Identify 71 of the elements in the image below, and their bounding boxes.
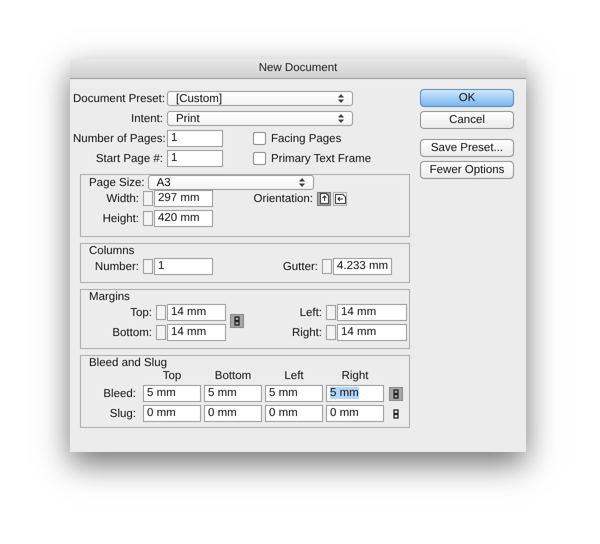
group-label: Bleed and Slug [89,356,168,370]
chain-icon [234,316,240,326]
dialog-button[interactable]: Cancel [420,111,514,129]
field-label: Left: [298,306,323,318]
stepper[interactable] [326,305,336,320]
input-field[interactable]: 420 mm [154,210,213,227]
checkbox[interactable]: Primary Text Frame [253,152,372,165]
column-header: Right [340,370,370,382]
field-label: Right: [290,326,323,338]
portrait-button[interactable] [317,192,331,206]
stepper[interactable] [326,325,336,340]
input-field[interactable]: 14 mm [167,324,226,341]
updown-icon [298,178,305,187]
input-field[interactable]: 5 mm [204,385,262,402]
field-label: Orientation: [252,192,314,204]
field-label: Start Page #: [94,152,164,164]
field-label: Document Preset: [73,92,166,104]
column-header: Top [162,370,182,382]
group-label: Columns [89,244,134,258]
input-field[interactable]: 5 mm [265,385,323,402]
page-size-dropdown[interactable]: A3 [148,175,314,190]
stepper[interactable] [322,259,332,274]
landscape-button[interactable] [333,192,347,206]
column-header: Bottom [214,370,252,382]
input-field[interactable]: 5 mm [326,385,384,402]
field-label: Width: [105,192,140,204]
input-field[interactable]: 14 mm [337,324,407,341]
input-field[interactable]: 5 mm [143,385,201,402]
dialog-button[interactable]: Save Preset... [420,139,514,157]
field-label: Bottom: [111,326,153,338]
field-label: Height: [102,212,140,224]
portrait-page-icon [320,193,328,204]
input-field[interactable]: 4.233 mm [333,258,392,275]
dialog-button[interactable]: Fewer Options [420,161,514,179]
landscape-page-icon [334,194,346,204]
stepper[interactable] [143,211,153,226]
stepper[interactable] [143,191,153,206]
input-field[interactable]: 1 [167,150,223,167]
updown-icon [338,94,344,103]
input-field[interactable]: 0 mm [204,405,262,422]
field-label: Bleed: [102,388,137,400]
field-label: Number: [94,260,140,272]
stepper[interactable] [143,259,153,274]
intent-dropdown[interactable]: Print [167,111,353,126]
field-label: Top: [129,306,153,318]
stepper[interactable] [156,325,166,340]
checkbox[interactable]: Facing Pages [253,132,342,145]
link-button[interactable] [389,386,403,400]
input-field[interactable]: 0 mm [326,405,384,422]
field-label: Number of Pages: [73,132,167,144]
input-field[interactable]: 14 mm [167,304,226,321]
input-field[interactable]: 297 mm [154,190,213,207]
preset-dropdown[interactable]: [Custom] [167,91,353,106]
link-button[interactable] [230,314,244,328]
field-label: Slug: [108,408,137,420]
input-field[interactable]: 0 mm [143,405,201,422]
input-field[interactable]: 14 mm [337,304,407,321]
chain-icon [393,388,399,398]
group-label: Margins [89,290,130,304]
field-label: Gutter: [282,260,319,272]
window-title: New Document [258,62,338,74]
stepper[interactable] [156,305,166,320]
group-label: Page Size: [89,176,145,190]
dialog-button[interactable]: OK [420,89,514,107]
input-field[interactable]: 1 [167,130,223,147]
input-field[interactable]: 0 mm [265,405,323,422]
chain-icon [393,408,399,418]
column-header: Left [283,370,305,382]
updown-icon [338,114,344,123]
field-label: Intent: [130,112,164,124]
input-field[interactable]: 1 [154,258,213,275]
